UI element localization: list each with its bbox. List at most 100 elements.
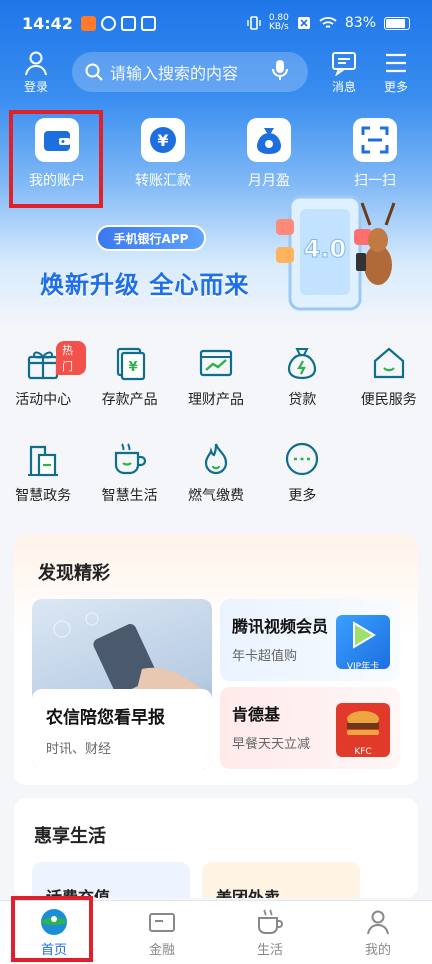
battery-percent: 83%	[344, 15, 376, 31]
nav-finance-label: 金融	[148, 942, 175, 958]
wifi-icon	[319, 17, 337, 28]
status-right: 0.80 KB/s 83%	[247, 14, 410, 32]
yueyueying-label: 月月盈	[248, 173, 290, 189]
loan-icon	[288, 348, 317, 380]
battery-icon	[384, 16, 410, 30]
tencent-video-card[interactable]: 腾讯视频会员 年卡超值购 VIP年卡	[220, 599, 400, 681]
activity-center-button[interactable]: 热门 活动中心	[0, 341, 87, 419]
meituan-card[interactable]: 美团外卖	[202, 862, 360, 898]
money-bag-icon	[247, 118, 291, 162]
activity-center-label: 活动中心	[15, 392, 72, 408]
yueyueying-button[interactable]: 月月盈	[219, 118, 319, 198]
life-section: 惠享生活 话费充值 美团外卖	[14, 798, 418, 898]
nav-life-label: 生活	[256, 942, 283, 958]
user-icon	[367, 910, 389, 934]
more-menu-button[interactable]: 更多	[374, 50, 418, 95]
news-subtitle: 时讯、财经	[46, 742, 112, 757]
gas-payment-label: 燃气缴费	[187, 488, 244, 504]
tencent-video-thumb: VIP年卡	[336, 615, 390, 672]
more-services-button[interactable]: 更多	[259, 441, 345, 515]
my-account-highlight	[9, 110, 103, 208]
menu-icon	[386, 53, 406, 72]
nav-mine-label: 我的	[364, 942, 391, 958]
more-dots-icon	[286, 442, 319, 476]
search-placeholder: 请输入搜索的内容	[110, 64, 239, 83]
smart-life-button[interactable]: 智慧生活	[86, 441, 172, 515]
banner-version: 4.0	[304, 235, 347, 263]
svg-text:¥: ¥	[157, 131, 168, 150]
phone-recharge-card[interactable]: 话费充值	[32, 862, 190, 898]
hand-phone-image	[53, 612, 202, 709]
svg-text:¥: ¥	[128, 360, 137, 375]
scan-icon	[353, 118, 397, 162]
more-label: 更多	[383, 79, 408, 94]
banner-title: 焕新升级 全心而来	[40, 271, 250, 299]
deposit-products-label: 存款产品	[101, 392, 158, 408]
search-input[interactable]: 请输入搜索的内容	[72, 52, 308, 92]
message-icon	[332, 51, 356, 76]
wealth-products-button[interactable]: 理财产品	[173, 345, 259, 419]
discover-title: 发现精彩	[38, 563, 110, 584]
status-bar: 14:42 0.80 KB/s 83%	[0, 0, 432, 46]
scan-label: 扫一扫	[354, 173, 396, 189]
user-icon	[25, 51, 47, 75]
status-time: 14:42	[22, 13, 73, 33]
gas-payment-button[interactable]: 燃气缴费	[173, 441, 259, 515]
loan-button[interactable]: 贷款	[259, 345, 345, 419]
cup-icon	[258, 908, 283, 934]
meituan-label: 美团外卖	[216, 888, 281, 898]
top-header: 登录 请输入搜索的内容 消息 更多	[0, 46, 432, 98]
discover-section: 发现精彩 农信陪您看早报 时讯、财经 腾讯视频会员 年卡超值购 VIP年卡 肯德…	[14, 535, 418, 785]
loan-label: 贷款	[288, 392, 317, 408]
kfc-thumb: KFC	[336, 703, 390, 757]
app-notification-icon-3	[140, 15, 156, 31]
deposit-icon: ¥	[116, 347, 145, 381]
home-icon	[373, 347, 404, 379]
transfer-button[interactable]: ¥ 转账汇款	[113, 118, 213, 198]
deposit-products-button[interactable]: ¥ 存款产品	[86, 345, 172, 419]
cup-icon	[114, 443, 146, 475]
banner-pill: 手机银行APP	[96, 225, 206, 251]
more-services-label: 更多	[288, 488, 317, 504]
nav-home-highlight	[11, 896, 93, 962]
card-icon	[149, 912, 175, 932]
app-notification-icon	[100, 15, 116, 31]
kfc-logo-label: KFC	[354, 747, 372, 757]
play-icon	[353, 621, 376, 649]
morning-news-card[interactable]: 农信陪您看早报 时讯、财经	[32, 599, 212, 769]
convenience-services-button[interactable]: 便民服务	[346, 345, 432, 419]
login-label: 登录	[23, 79, 48, 94]
taobao-notification-icon	[80, 15, 96, 31]
wealth-products-label: 理财产品	[187, 392, 244, 408]
nav-life[interactable]: 生活	[216, 901, 324, 964]
voice-search-button[interactable]	[270, 59, 296, 85]
nav-mine[interactable]: 我的	[324, 901, 432, 964]
smart-government-label: 智慧政务	[15, 488, 72, 504]
kfc-card[interactable]: 肯德基 早餐天天立减 KFC	[220, 687, 400, 769]
messages-button[interactable]: 消息	[322, 50, 366, 95]
news-card-text: 农信陪您看早报 时讯、财经	[32, 689, 212, 769]
speed-unit: KB/s	[268, 22, 289, 32]
scan-button[interactable]: 扫一扫	[325, 118, 425, 198]
phone-illustration: 4.0	[276, 195, 396, 311]
nav-finance[interactable]: 金融	[108, 901, 216, 964]
microphone-icon	[272, 60, 288, 80]
chart-icon	[199, 349, 233, 377]
promo-banner[interactable]: 手机银行APP 焕新升级 全心而来 4.0	[0, 195, 432, 330]
search-icon	[85, 63, 103, 81]
convenience-services-label: 便民服务	[360, 392, 417, 408]
app-notification-icon-2	[120, 15, 136, 31]
smart-life-label: 智慧生活	[101, 488, 158, 504]
sim-icon	[297, 17, 310, 29]
hot-badge: 热门	[56, 341, 87, 375]
flame-icon	[204, 443, 228, 475]
service-grid: 热门 活动中心 ¥ 存款产品 理财产品 贷款 便民服务 智慧政务 智慧生活 燃气…	[0, 341, 432, 515]
messages-label: 消息	[331, 79, 356, 94]
government-icon	[28, 445, 59, 477]
burger-icon	[347, 711, 379, 735]
network-speed: 0.80 KB/s	[269, 14, 289, 32]
smart-government-button[interactable]: 智慧政务	[0, 441, 86, 515]
news-title: 农信陪您看早报	[46, 708, 165, 728]
life-title: 惠享生活	[34, 826, 106, 847]
login-button[interactable]: 登录	[14, 50, 58, 95]
